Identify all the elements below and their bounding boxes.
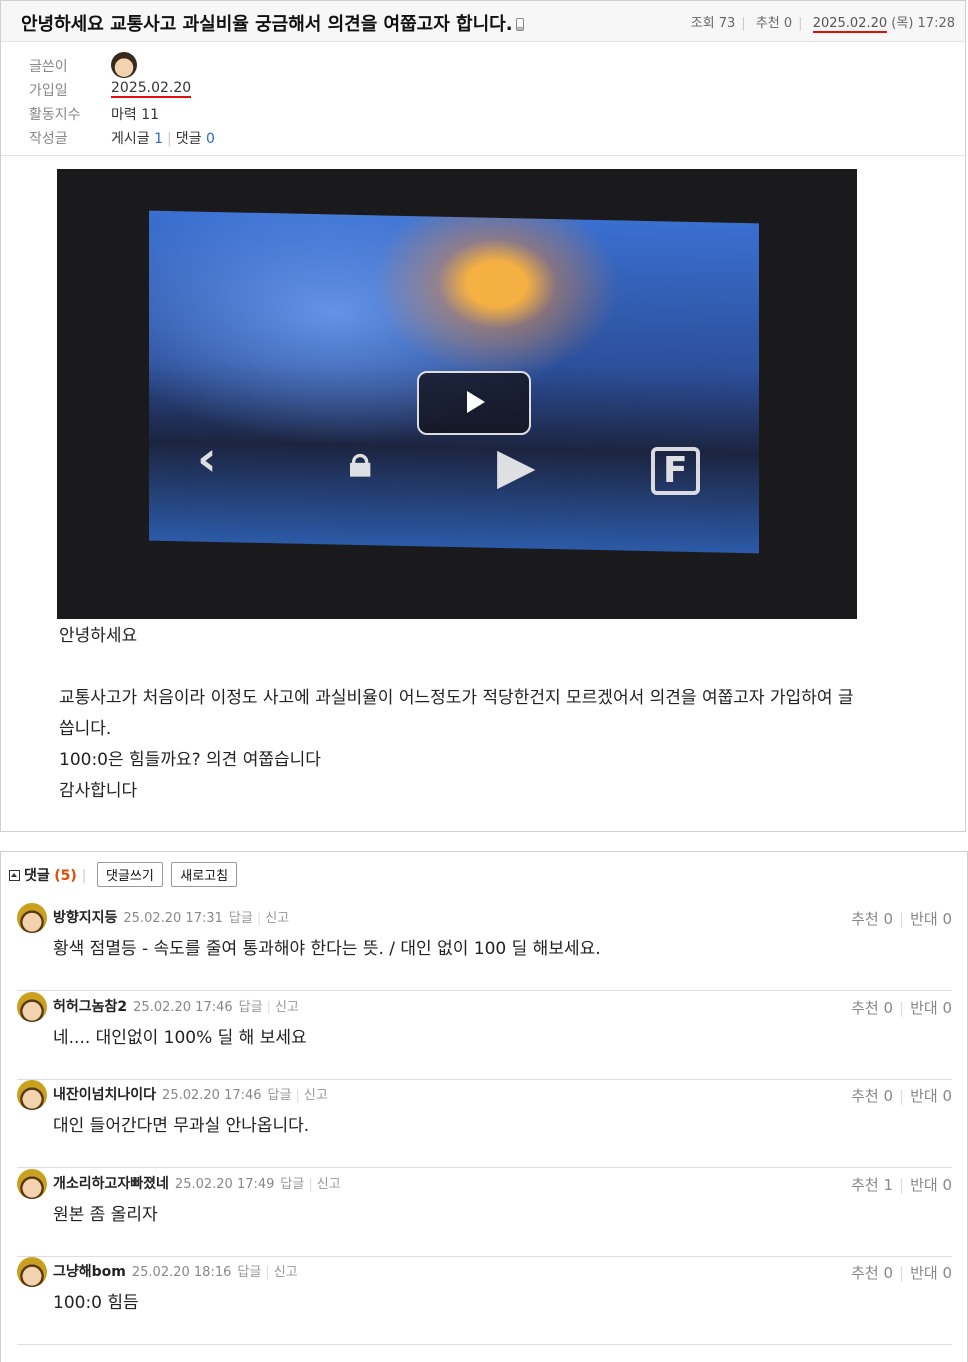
- comments-label: 댓글: [24, 868, 50, 884]
- comment-date: 25.02.20 17:31: [123, 911, 223, 926]
- commenter-name[interactable]: 그냥해bom: [53, 1264, 126, 1280]
- posts-count[interactable]: 1: [154, 131, 163, 147]
- commenter-avatar[interactable]: [17, 903, 47, 933]
- comment-text: 대인 들어간다면 무과실 안나옵니다.: [53, 1116, 310, 1136]
- views-count: 73: [718, 16, 736, 31]
- commenter-name[interactable]: 개소리하고자빠졌네: [53, 1176, 169, 1192]
- reply-link[interactable]: 답글: [280, 1177, 304, 1192]
- oppose-count: 0: [942, 910, 952, 928]
- reply-link[interactable]: 답글: [237, 1265, 261, 1280]
- recommend-button[interactable]: 추천 0: [851, 910, 893, 928]
- recommend-button[interactable]: 추천 0: [851, 999, 893, 1017]
- post-weekday: (목): [891, 16, 914, 31]
- oppose-count: 0: [942, 999, 952, 1017]
- post-header: 안녕하세요 교통사고 과실비율 궁금해서 의견을 여쭙고자 합니다. 조회 73…: [1, 1, 965, 42]
- commenter-name[interactable]: 방향지지등: [53, 910, 117, 926]
- report-link[interactable]: 신고: [275, 1000, 299, 1015]
- video-player[interactable]: ‹ 🔒︎ ▶︎ F: [57, 169, 857, 619]
- post-date: 2025.02.20: [812, 16, 888, 33]
- writer-label: 글쓴이: [29, 59, 68, 75]
- comments-count-badge: (5): [54, 868, 77, 884]
- recommend-button[interactable]: 추천 1: [851, 1176, 893, 1194]
- commenter-avatar[interactable]: [17, 1080, 47, 1110]
- joined-label: 가입일: [29, 83, 68, 99]
- comment-date: 25.02.20 17:49: [174, 1177, 275, 1192]
- recommend-count: 0: [883, 1087, 893, 1105]
- views-label: 조회: [690, 16, 715, 31]
- comments-count[interactable]: 0: [206, 131, 215, 147]
- oppose-count: 0: [942, 1087, 952, 1105]
- recommend-button[interactable]: 추천 0: [851, 1087, 893, 1105]
- oppose-button[interactable]: 반대 0: [910, 910, 952, 928]
- activity-value: 마력 11: [111, 107, 160, 123]
- post: 안녕하세요 교통사고 과실비율 궁금해서 의견을 여쭙고자 합니다. 조회 73…: [0, 0, 966, 832]
- comment-text: 100:0 힘듬: [53, 1293, 139, 1313]
- report-link[interactable]: 신고: [317, 1177, 341, 1192]
- comment-item: 허허그놈참2 25.02.20 17:46 답글 | 신고 추천 0 | 반대 0 네.... …: [17, 991, 952, 1080]
- commenter-avatar[interactable]: [17, 1257, 47, 1287]
- camera-f-icon: F: [651, 447, 700, 495]
- mobile-icon: [515, 18, 524, 31]
- post-body: 안녕하세요 교통사고가 처음이라 이정도 사고에 과실비율이 어느정도가 적당한…: [59, 626, 854, 801]
- comments-header: 댓글 (5) | 댓글쓰기 새로고침: [9, 862, 238, 887]
- comments-link[interactable]: 댓글: [176, 131, 202, 147]
- recommend-count: 0: [883, 1264, 893, 1282]
- comment-item: 내잔이넘치나이다 25.02.20 17:46 답글 | 신고 추천 0 | 반대 0 대인 들…: [17, 1079, 952, 1168]
- recommend-button[interactable]: 추천 0: [851, 1264, 893, 1282]
- comment-date: 25.02.20 17:46: [162, 1088, 262, 1103]
- recommend-count: 1: [883, 1176, 893, 1194]
- write-comment-button[interactable]: 댓글쓰기: [96, 862, 163, 887]
- report-link[interactable]: 신고: [304, 1088, 328, 1103]
- collapse-toggle-icon[interactable]: [9, 870, 20, 881]
- commenter-avatar[interactable]: [17, 1169, 47, 1199]
- video-play-button[interactable]: [417, 371, 531, 435]
- recommend-label: 추천: [755, 16, 780, 31]
- author-avatar[interactable]: [111, 52, 137, 78]
- oppose-button[interactable]: 반대 0: [910, 1087, 952, 1105]
- comment-text: 원본 좀 올리자: [53, 1205, 158, 1225]
- activity-label: 활동지수: [29, 107, 81, 123]
- comment-date: 25.02.20 18:16: [131, 1265, 232, 1280]
- recommend-count: 0: [883, 910, 893, 928]
- comment-item: 방향지지등 25.02.20 17:31 답글 | 신고 추천 0 | 반대 0 황색 점멸등 …: [17, 902, 952, 991]
- play-circle-icon: ▶︎: [497, 437, 536, 495]
- posts-link[interactable]: 게시글: [111, 131, 150, 147]
- post-time: 17:28: [917, 16, 955, 31]
- refresh-button[interactable]: 새로고침: [171, 862, 238, 887]
- oppose-button[interactable]: 반대 0: [910, 999, 952, 1017]
- report-link[interactable]: 신고: [265, 911, 289, 926]
- lock-icon: 🔒︎: [349, 437, 372, 486]
- back-icon: ‹: [197, 431, 217, 487]
- report-link[interactable]: 신고: [274, 1265, 298, 1280]
- reply-link[interactable]: 답글: [268, 1088, 292, 1103]
- comment-text: 황색 점멸등 - 속도를 줄여 통과해야 한다는 뜻. / 대인 없이 100 …: [53, 939, 601, 959]
- commenter-name[interactable]: 허허그놈참2: [53, 999, 127, 1015]
- joined-date: 2025.02.20: [111, 80, 192, 98]
- comment-text: 네.... 대인없이 100% 딜 해 보세요: [53, 1028, 307, 1048]
- recommend-count: 0: [883, 999, 893, 1017]
- comment-item: 개소리하고자빠졌네 25.02.20 17:49 답글 | 신고 추천 1 | 반대 0 원본 …: [17, 1168, 952, 1257]
- post-meta: 조회 73 | 추천 0 | 2025.02.20 (목) 17:28: [690, 16, 955, 33]
- info-divider: [1, 155, 965, 156]
- comments-section: 댓글 (5) | 댓글쓰기 새로고침 방향지지등 25.02.20 17:31 답글 |…: [0, 851, 968, 1362]
- commenter-name[interactable]: 내잔이넘치나이다: [53, 1087, 156, 1103]
- reply-link[interactable]: 답글: [229, 911, 253, 926]
- post-title: 안녕하세요 교통사고 과실비율 궁금해서 의견을 여쭙고자 합니다.: [21, 10, 524, 36]
- oppose-count: 0: [942, 1176, 952, 1194]
- posts-label: 작성글: [29, 131, 68, 147]
- comment-date: 25.02.20 17:46: [133, 1000, 233, 1015]
- comment-item: 그냥해bom 25.02.20 18:16 답글 | 신고 추천 0 | 반대 0 100:0 …: [17, 1256, 952, 1345]
- recommend-count: 0: [783, 16, 793, 31]
- commenter-avatar[interactable]: [17, 992, 47, 1022]
- oppose-button[interactable]: 반대 0: [910, 1176, 952, 1194]
- reply-link[interactable]: 답글: [239, 1000, 263, 1015]
- oppose-button[interactable]: 반대 0: [910, 1264, 952, 1282]
- oppose-count: 0: [942, 1264, 952, 1282]
